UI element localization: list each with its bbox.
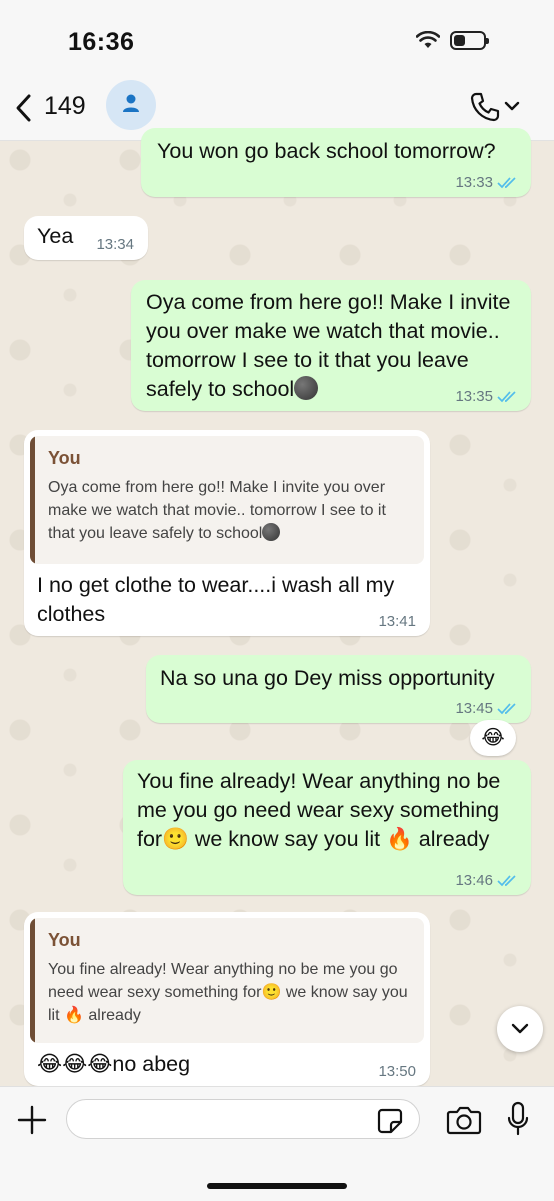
avatar[interactable]: [106, 80, 156, 130]
phone-icon[interactable]: [469, 91, 501, 123]
scroll-down-icon: [511, 1023, 529, 1034]
scroll-down-button[interactable]: [497, 1006, 543, 1052]
quote-author: You: [48, 930, 81, 950]
message-time: 13:50: [378, 1063, 416, 1080]
message-meta: 13:46: [455, 872, 517, 889]
emoji-new-moon: [294, 376, 319, 400]
back-chevron-icon[interactable]: [10, 90, 40, 126]
quoted-message[interactable]: You Oya come from here go!! Make I invit…: [30, 436, 424, 564]
battery-icon: [450, 31, 489, 50]
message-time: 13:35: [455, 388, 493, 405]
message-input[interactable]: [66, 1099, 420, 1139]
message-time: 13:41: [378, 613, 416, 630]
microphone-icon[interactable]: [506, 1101, 530, 1137]
double-tick-icon: [497, 702, 516, 714]
quote-text: Oya come from here go!! Make I invite yo…: [48, 476, 412, 545]
quote-bar: [30, 918, 35, 1043]
message-text: I no get clothe to wear....i wash all my…: [37, 573, 395, 626]
home-indicator: [207, 1183, 347, 1189]
message-meta: 13:50: [378, 1063, 416, 1080]
back-unread-count[interactable]: 149: [44, 92, 86, 121]
quote-text-part: already: [83, 1007, 141, 1024]
message-text-part: we know say you lit: [188, 827, 387, 851]
message-time: 13:34: [96, 236, 134, 253]
wifi-icon: [416, 31, 440, 48]
message-text: Oya come from here go!! Make I invite yo…: [146, 288, 521, 404]
message-time: 13:46: [455, 872, 493, 889]
emoji-new-moon: [262, 523, 281, 541]
message-meta: 13:34: [96, 236, 134, 253]
quote-text-content: Oya come from here go!! Make I invite yo…: [48, 479, 386, 542]
message-bubble-outgoing[interactable]: You won go back school tomorrow? 13:33: [141, 128, 531, 197]
message-meta: 13:41: [378, 613, 416, 630]
emoji-fire: 🔥: [386, 827, 413, 851]
message-bubble-outgoing[interactable]: You fine already! Wear anything no be me…: [123, 760, 531, 895]
message-text: Yea: [37, 224, 74, 248]
chevron-down-icon[interactable]: [504, 100, 520, 112]
message-meta: 13:35: [455, 388, 517, 405]
double-tick-icon: [497, 874, 516, 886]
message-bubble-incoming[interactable]: Yea 13:34: [24, 216, 148, 260]
sticker-icon[interactable]: [377, 1108, 403, 1134]
emoji-slight-smile: 🙂: [162, 827, 189, 851]
message-time: 13:45: [455, 700, 493, 717]
message-text-content: Oya come from here go!! Make I invite yo…: [146, 290, 511, 401]
status-time: 16:36: [68, 28, 135, 56]
emoji-slight-smile: 🙂: [261, 984, 282, 1001]
message-text: You fine already! Wear anything no be me…: [137, 767, 522, 854]
camera-icon[interactable]: [446, 1105, 482, 1135]
quoted-message[interactable]: You You fine already! Wear anything no b…: [30, 918, 424, 1043]
quote-author: You: [48, 448, 81, 468]
double-tick-icon: [497, 390, 516, 402]
quote-bar: [30, 436, 35, 564]
quote-text: You fine already! Wear anything no be me…: [48, 958, 412, 1027]
message-text-part: already: [412, 827, 490, 851]
message-text: Na so una go Dey miss opportunity: [160, 666, 495, 690]
message-reaction[interactable]: 😂: [470, 720, 516, 756]
message-bubble-outgoing[interactable]: Oya come from here go!! Make I invite yo…: [131, 280, 531, 411]
emoji-fire: 🔥: [64, 1007, 84, 1024]
status-bar: 16:36: [0, 0, 554, 80]
message-bubble-incoming[interactable]: You You fine already! Wear anything no b…: [24, 912, 430, 1086]
message-meta: 13:45: [455, 700, 517, 717]
input-bar: [0, 1086, 554, 1201]
message-meta: 13:33: [455, 174, 517, 191]
emoji-tears-of-joy: 😂😂😂: [37, 1052, 113, 1076]
message-bubble-incoming[interactable]: You Oya come from here go!! Make I invit…: [24, 430, 430, 636]
avatar-person-icon: [123, 94, 139, 112]
double-tick-icon: [497, 176, 516, 188]
message-time: 13:33: [455, 174, 493, 191]
message-text: 😂😂😂no abeg: [37, 1050, 190, 1079]
message-text-content: no abeg: [112, 1052, 191, 1076]
message-bubble-outgoing[interactable]: Na so una go Dey miss opportunity 13:45: [146, 655, 531, 723]
message-text: You won go back school tomorrow?: [157, 139, 496, 163]
plus-icon[interactable]: [16, 1104, 48, 1136]
